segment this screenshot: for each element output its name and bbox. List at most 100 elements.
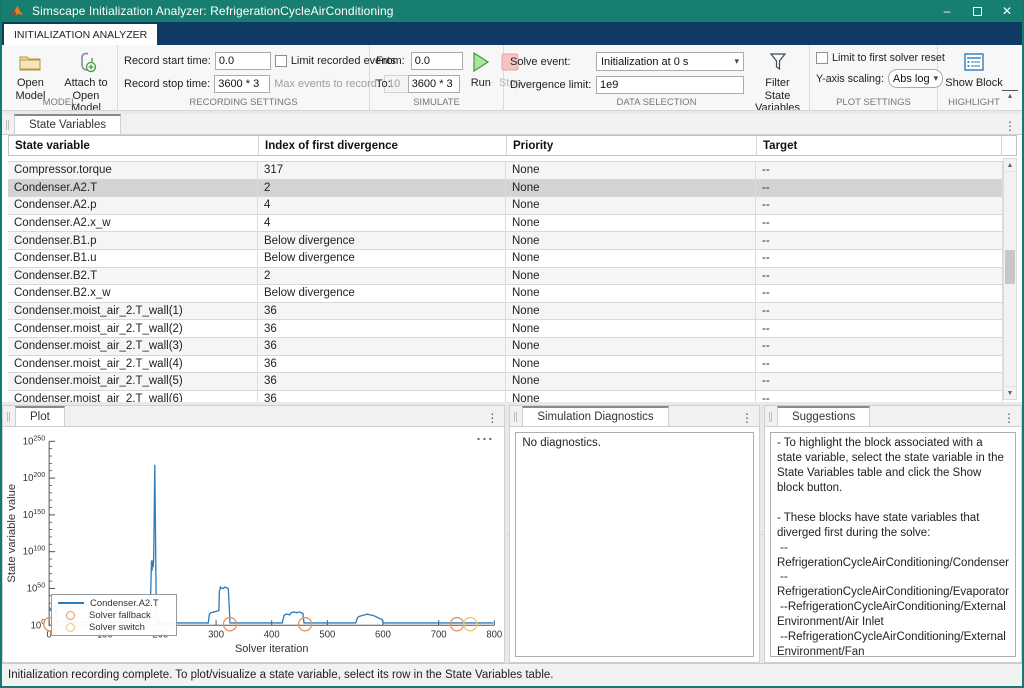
- table-row[interactable]: Condenser.B2.x_wBelow divergenceNone--: [8, 285, 1003, 303]
- diagnostics-menu-icon[interactable]: [741, 409, 753, 427]
- tab-simulation-diagnostics[interactable]: Simulation Diagnostics: [522, 406, 668, 426]
- cell-state-variable: Condenser.A2.p: [8, 197, 258, 214]
- to-label: To:: [376, 78, 391, 90]
- cell-priority: None: [506, 356, 756, 373]
- collapse-ribbon-button[interactable]: [1002, 90, 1018, 102]
- table-row[interactable]: Condenser.moist_air_2.T_wall(2)36None--: [8, 320, 1003, 338]
- cell-target: --: [756, 268, 1003, 285]
- cell-index-divergence: 36: [258, 320, 506, 337]
- plot-legend: Condenser.A2.T Solver fallback Solver sw…: [51, 594, 177, 636]
- tab-plot[interactable]: Plot: [15, 406, 65, 426]
- table-row[interactable]: Compressor.torque317None--: [8, 162, 1003, 180]
- solve-event-value: Initialization at 0 s: [601, 56, 730, 68]
- panel-grip-icon[interactable]: [769, 412, 772, 422]
- table-row[interactable]: Condenser.moist_air_2.T_wall(4)36None--: [8, 356, 1003, 374]
- yaxis-scaling-value: Abs log: [893, 73, 930, 85]
- close-button[interactable]: ✕: [992, 0, 1022, 22]
- state-variables-menu-icon[interactable]: [1004, 117, 1016, 135]
- svg-text:State variable value: State variable value: [6, 484, 18, 583]
- table-vertical-scrollbar[interactable]: ▲ ▼: [1003, 158, 1017, 400]
- cell-priority: None: [506, 180, 756, 197]
- panel-grip-icon[interactable]: [7, 412, 10, 422]
- to-input[interactable]: [408, 75, 460, 93]
- state-variables-panel: State Variables State variable Index of …: [2, 114, 1022, 402]
- cell-priority: None: [506, 338, 756, 355]
- table-row[interactable]: Condenser.moist_air_2.T_wall(5)36None--: [8, 373, 1003, 391]
- divergence-limit-label: Divergence limit:: [510, 79, 592, 91]
- divergence-limit-input[interactable]: [596, 76, 744, 94]
- column-header-priority[interactable]: Priority: [507, 136, 757, 155]
- cell-index-divergence: 36: [258, 338, 506, 355]
- scroll-up-icon[interactable]: ▲: [1004, 159, 1016, 172]
- cell-target: --: [756, 391, 1003, 402]
- suggestions-menu-icon[interactable]: [1003, 409, 1015, 427]
- column-header-target[interactable]: Target: [757, 136, 1002, 155]
- state-variables-tabbar: State Variables: [2, 114, 1022, 135]
- table-row[interactable]: Condenser.B2.T2None--: [8, 268, 1003, 286]
- table-row[interactable]: Condenser.moist_air_2.T_wall(1)36None--: [8, 303, 1003, 321]
- cell-priority: None: [506, 303, 756, 320]
- cell-priority: None: [506, 373, 756, 390]
- show-block-button[interactable]: Show Block: [944, 49, 1004, 90]
- svg-text:700: 700: [431, 629, 447, 640]
- column-header-state-variable[interactable]: State variable: [9, 136, 259, 155]
- svg-text:800: 800: [486, 629, 502, 640]
- tab-suggestions[interactable]: Suggestions: [777, 406, 870, 426]
- table-row[interactable]: Condenser.B1.pBelow divergenceNone--: [8, 232, 1003, 250]
- cell-target: --: [756, 250, 1003, 267]
- cell-index-divergence: Below divergence: [258, 250, 506, 267]
- yaxis-scaling-dropdown[interactable]: Abs log: [888, 69, 943, 88]
- cell-index-divergence: 36: [258, 356, 506, 373]
- cell-index-divergence: 36: [258, 391, 506, 402]
- scroll-down-icon[interactable]: ▼: [1004, 386, 1016, 399]
- table-row[interactable]: Condenser.A2.x_w4None--: [8, 215, 1003, 233]
- cell-state-variable: Condenser.moist_air_2.T_wall(3): [8, 338, 258, 355]
- column-header-index-divergence[interactable]: Index of first divergence: [259, 136, 507, 155]
- plot-options-icon[interactable]: [477, 427, 495, 443]
- tab-state-variables[interactable]: State Variables: [14, 114, 121, 134]
- minimize-button[interactable]: –: [932, 0, 962, 22]
- cell-state-variable: Condenser.A2.T: [8, 180, 258, 197]
- plot-menu-icon[interactable]: [486, 409, 498, 427]
- maximize-button[interactable]: [962, 0, 992, 22]
- filter-funnel-icon: [768, 49, 788, 75]
- limit-recorded-events-checkbox[interactable]: [275, 55, 287, 67]
- section-label-highlight: HIGHLIGHT: [938, 97, 1010, 108]
- cell-priority: None: [506, 250, 756, 267]
- table-row[interactable]: Condenser.moist_air_2.T_wall(6)36None--: [8, 391, 1003, 402]
- show-block-label: Show Block: [945, 77, 1002, 90]
- plot-canvas[interactable]: 1001050101001015010200102500100200300400…: [3, 427, 504, 662]
- run-label: Run: [471, 77, 491, 90]
- limit-first-solver-reset-checkbox[interactable]: [816, 52, 828, 64]
- diagnostics-content: No diagnostics.: [515, 432, 754, 657]
- record-start-time-input[interactable]: [215, 52, 271, 70]
- table-row[interactable]: Condenser.A2.T2None--: [8, 180, 1003, 198]
- cell-state-variable: Condenser.B1.p: [8, 232, 258, 249]
- solve-event-dropdown[interactable]: Initialization at 0 s: [596, 52, 744, 71]
- record-stop-time-input[interactable]: [214, 75, 270, 93]
- limit-first-solver-reset-label: Limit to first solver reset: [832, 52, 945, 64]
- cell-priority: None: [506, 320, 756, 337]
- tab-initialization-analyzer[interactable]: INITIALIZATION ANALYZER: [4, 24, 157, 45]
- suggestions-panel: Suggestions - To highlight the block ass…: [764, 405, 1022, 663]
- cell-priority: None: [506, 391, 756, 402]
- table-row[interactable]: Condenser.A2.p4None--: [8, 197, 1003, 215]
- section-simulate: From: To: Run: [370, 45, 504, 110]
- table-row[interactable]: Condenser.B1.uBelow divergenceNone--: [8, 250, 1003, 268]
- status-bar: Initialization recording complete. To pl…: [2, 663, 1022, 686]
- run-button[interactable]: Run: [471, 49, 491, 93]
- from-input[interactable]: [411, 52, 463, 70]
- scrollbar-thumb[interactable]: [1005, 250, 1015, 284]
- cell-index-divergence: 36: [258, 373, 506, 390]
- max-events-label: Max events to record:: [274, 78, 380, 90]
- panel-grip-icon[interactable]: [514, 412, 517, 422]
- cell-target: --: [756, 197, 1003, 214]
- cell-index-divergence: 2: [258, 268, 506, 285]
- table-row[interactable]: Condenser.moist_air_2.T_wall(3)36None--: [8, 338, 1003, 356]
- section-label-recording: RECORDING SETTINGS: [118, 97, 369, 108]
- legend-fallback-label: Solver fallback: [89, 610, 151, 621]
- status-message: Initialization recording complete. To pl…: [8, 669, 553, 681]
- cell-state-variable: Condenser.B1.u: [8, 250, 258, 267]
- panel-grip-icon[interactable]: [6, 120, 9, 130]
- cell-state-variable: Condenser.B2.x_w: [8, 285, 258, 302]
